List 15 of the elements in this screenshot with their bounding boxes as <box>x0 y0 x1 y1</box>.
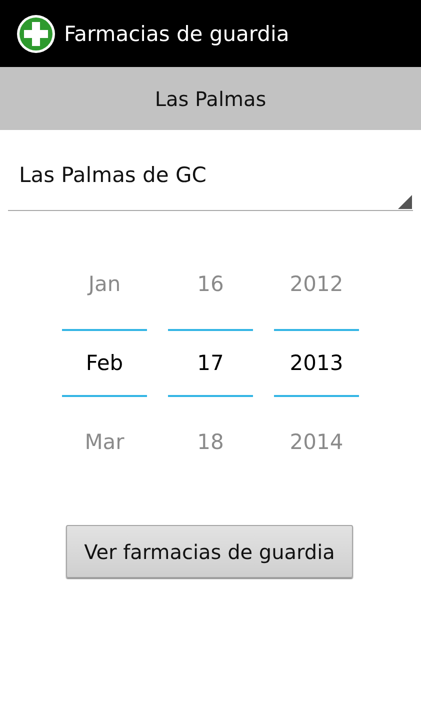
picker-value[interactable]: 2014 <box>274 409 359 475</box>
search-button[interactable]: Ver farmacias de guardia <box>66 525 353 578</box>
picker-value[interactable]: Jan <box>62 251 147 317</box>
selected-value[interactable]: Feb <box>62 329 147 397</box>
picker-value[interactable]: 2012 <box>274 251 359 317</box>
picker-value[interactable]: 16 <box>168 251 253 317</box>
selected-value[interactable]: 17 <box>168 329 253 397</box>
picker-value[interactable]: 18 <box>168 409 253 475</box>
city-dropdown[interactable]: Las Palmas de GC <box>8 148 413 211</box>
selected-value[interactable]: 2013 <box>274 329 359 397</box>
region-label: Las Palmas <box>154 86 266 110</box>
cross-icon <box>16 14 56 54</box>
app-title: Farmacias de guardia <box>64 22 290 46</box>
dropdown-corner-icon <box>398 195 412 209</box>
picker-value[interactable]: Mar <box>62 409 147 475</box>
